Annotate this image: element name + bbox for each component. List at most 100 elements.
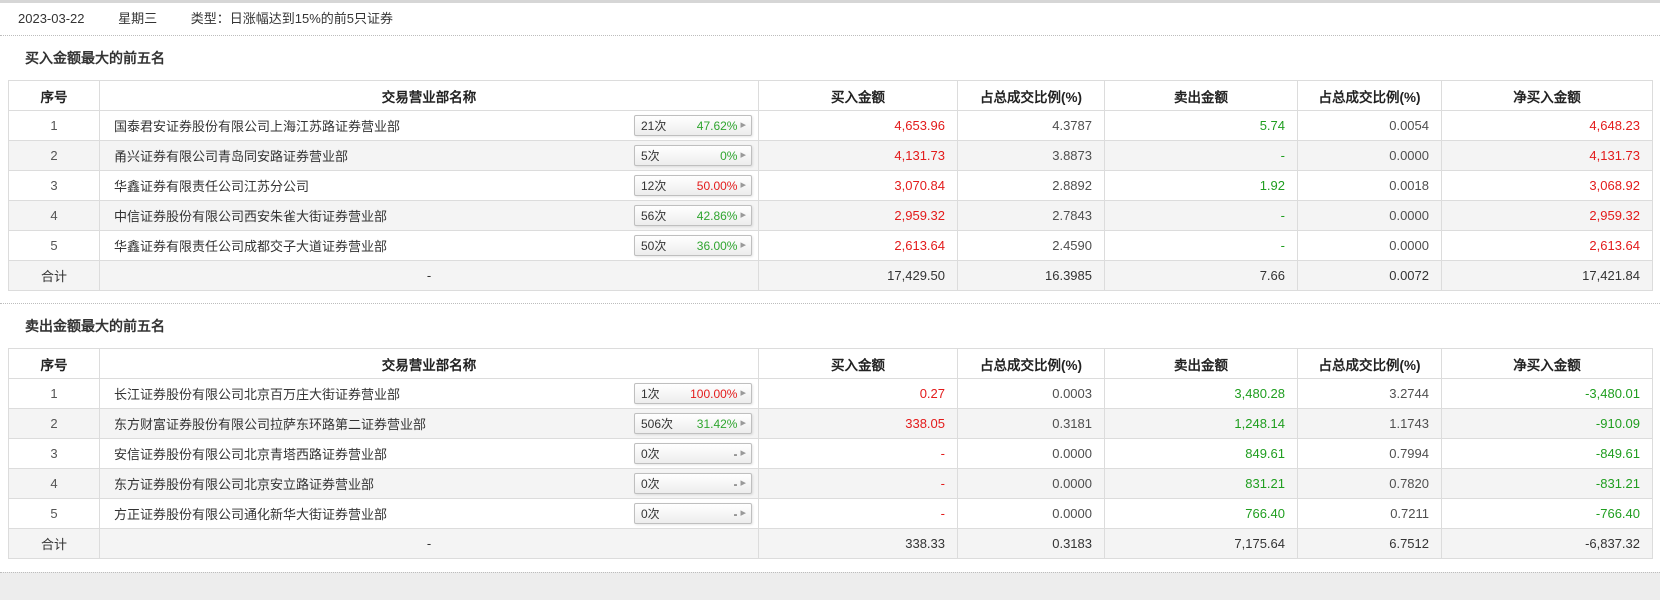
broker-name-link[interactable]: 华鑫证券有限责任公司江苏分公司 — [114, 176, 309, 195]
badge-percent: 36.00% — [696, 238, 738, 253]
broker-name-link[interactable]: 东方财富证券股份有限公司拉萨东环路第二证券营业部 — [114, 414, 426, 433]
buy-ratio: 3.8873 — [957, 140, 1105, 171]
sell-table-header-row: 序号 交易营业部名称 买入金额 占总成交比例(%) 卖出金额 占总成交比例(%)… — [8, 348, 1653, 379]
col-header-broker: 交易营业部名称 — [99, 348, 759, 379]
sell-ratio: 0.0000 — [1297, 140, 1442, 171]
sell-ratio: 0.0018 — [1297, 170, 1442, 201]
rank-history-badge[interactable]: 0次 - ▸ — [634, 503, 752, 524]
net-buy-amount: 4,648.23 — [1441, 110, 1653, 141]
broker-name-link[interactable]: 华鑫证券有限责任公司成都交子大道证券营业部 — [114, 236, 387, 255]
buy-table-header-row: 序号 交易营业部名称 买入金额 占总成交比例(%) 卖出金额 占总成交比例(%)… — [8, 80, 1653, 111]
table-row: 3 安信证券股份有限公司北京青塔西路证券营业部 0次 - ▸ - 0.0000 … — [8, 438, 1653, 469]
sell-ratio: 0.0054 — [1297, 110, 1442, 141]
broker-name-link[interactable]: 方正证券股份有限公司通化新华大街证券营业部 — [114, 504, 387, 523]
rank-index: 3 — [8, 170, 100, 201]
buy-amount: 3,070.84 — [758, 170, 958, 201]
total-row: 合计 - 338.33 0.3183 7,175.64 6.7512 -6,83… — [8, 528, 1653, 559]
total-sell-ratio: 0.0072 — [1297, 260, 1442, 291]
table-row: 2 甬兴证券有限公司青岛同安路证券营业部 5次 0% ▸ 4,131.73 3.… — [8, 140, 1653, 171]
sell-ratio: 3.2744 — [1297, 378, 1442, 409]
buy-amount: - — [758, 438, 958, 469]
table-row: 4 东方证券股份有限公司北京安立路证券营业部 0次 - ▸ - 0.0000 8… — [8, 468, 1653, 499]
sell-ratio: 0.7211 — [1297, 498, 1442, 529]
table-row: 1 长江证券股份有限公司北京百万庄大街证券营业部 1次 100.00% ▸ 0.… — [8, 378, 1653, 409]
chevron-right-icon: ▸ — [740, 209, 746, 221]
col-header-buy: 买入金额 — [758, 348, 958, 379]
sell-amount: 766.40 — [1104, 498, 1298, 529]
buy-amount: 4,653.96 — [758, 110, 958, 141]
col-header-sell: 卖出金额 — [1104, 348, 1298, 379]
chevron-right-icon: ▸ — [740, 179, 746, 191]
buy-ratio: 2.8892 — [957, 170, 1105, 201]
rank-history-badge[interactable]: 0次 - ▸ — [634, 473, 752, 494]
buy-ratio: 0.0000 — [957, 438, 1105, 469]
sell-section-title: 卖出金额最大的前五名 — [0, 304, 1660, 346]
buy-amount: 2,613.64 — [758, 230, 958, 261]
badge-percent: - — [733, 446, 738, 461]
rank-history-badge[interactable]: 50次 36.00% ▸ — [634, 235, 752, 256]
badge-percent: 47.62% — [696, 118, 738, 133]
total-buy-amount: 338.33 — [758, 528, 958, 559]
badge-count: 5次 — [641, 149, 660, 163]
rank-history-badge[interactable]: 1次 100.00% ▸ — [634, 383, 752, 404]
broker-name-link[interactable]: 安信证券股份有限公司北京青塔西路证券营业部 — [114, 444, 387, 463]
total-buy-ratio: 0.3183 — [957, 528, 1105, 559]
rank-history-badge[interactable]: 0次 - ▸ — [634, 443, 752, 464]
col-header-buy: 买入金额 — [758, 80, 958, 111]
rank-index: 4 — [8, 200, 100, 231]
total-net-buy-amount: -6,837.32 — [1441, 528, 1653, 559]
buy-amount: - — [758, 468, 958, 499]
badge-percent: 50.00% — [696, 178, 738, 193]
buy-ratio: 0.0000 — [957, 468, 1105, 499]
rank-index: 2 — [8, 408, 100, 439]
broker-name-link[interactable]: 中信证券股份有限公司西安朱雀大街证券营业部 — [114, 206, 387, 225]
total-label: 合计 — [8, 260, 100, 291]
broker-name-link[interactable]: 东方证券股份有限公司北京安立路证券营业部 — [114, 474, 374, 493]
rank-history-badge[interactable]: 56次 42.86% ▸ — [634, 205, 752, 226]
page-bottom-strip — [0, 572, 1660, 600]
total-buy-amount: 17,429.50 — [758, 260, 958, 291]
total-row: 合计 - 17,429.50 16.3985 7.66 0.0072 17,42… — [8, 260, 1653, 291]
badge-percent: 31.42% — [696, 416, 738, 431]
weekday-label: 星期三 — [118, 11, 158, 26]
rank-history-badge[interactable]: 5次 0% ▸ — [634, 145, 752, 166]
sell-amount: - — [1104, 200, 1298, 231]
broker-name-link[interactable]: 国泰君安证券股份有限公司上海江苏路证券营业部 — [114, 116, 400, 135]
sell-amount: 1,248.14 — [1104, 408, 1298, 439]
col-header-net: 净买入金额 — [1441, 80, 1653, 111]
buy-ratio: 0.0000 — [957, 498, 1105, 529]
badge-percent: - — [733, 506, 738, 521]
chevron-right-icon: ▸ — [740, 149, 746, 161]
net-buy-amount: 3,068.92 — [1441, 170, 1653, 201]
col-header-sell-ratio: 占总成交比例(%) — [1297, 80, 1442, 111]
badge-count: 0次 — [641, 477, 660, 491]
chevron-right-icon: ▸ — [740, 387, 746, 399]
rank-history-badge[interactable]: 12次 50.00% ▸ — [634, 175, 752, 196]
broker-name-link[interactable]: 甬兴证券有限公司青岛同安路证券营业部 — [114, 146, 348, 165]
rank-index: 1 — [8, 110, 100, 141]
sell-rank-table: 序号 交易营业部名称 买入金额 占总成交比例(%) 卖出金额 占总成交比例(%)… — [8, 348, 1653, 559]
total-name-placeholder: - — [99, 528, 759, 559]
net-buy-amount: -831.21 — [1441, 468, 1653, 499]
chevron-right-icon: ▸ — [740, 447, 746, 459]
badge-percent: 100.00% — [690, 386, 738, 401]
buy-amount: 4,131.73 — [758, 140, 958, 171]
total-buy-ratio: 16.3985 — [957, 260, 1105, 291]
rank-index: 4 — [8, 468, 100, 499]
net-buy-amount: 4,131.73 — [1441, 140, 1653, 171]
sell-amount: - — [1104, 140, 1298, 171]
total-name-placeholder: - — [99, 260, 759, 291]
rank-history-badge[interactable]: 506次 31.42% ▸ — [634, 413, 752, 434]
rank-history-badge[interactable]: 21次 47.62% ▸ — [634, 115, 752, 136]
sell-ratio: 0.0000 — [1297, 230, 1442, 261]
sell-ratio: 0.7820 — [1297, 468, 1442, 499]
buy-section-title: 买入金额最大的前五名 — [0, 36, 1660, 78]
net-buy-amount: 2,959.32 — [1441, 200, 1653, 231]
rank-index: 5 — [8, 498, 100, 529]
rank-index: 5 — [8, 230, 100, 261]
col-header-buy-ratio: 占总成交比例(%) — [957, 348, 1105, 379]
sell-amount: 3,480.28 — [1104, 378, 1298, 409]
col-header-index: 序号 — [8, 80, 100, 111]
badge-count: 0次 — [641, 507, 660, 521]
broker-name-link[interactable]: 长江证券股份有限公司北京百万庄大街证券营业部 — [114, 384, 400, 403]
